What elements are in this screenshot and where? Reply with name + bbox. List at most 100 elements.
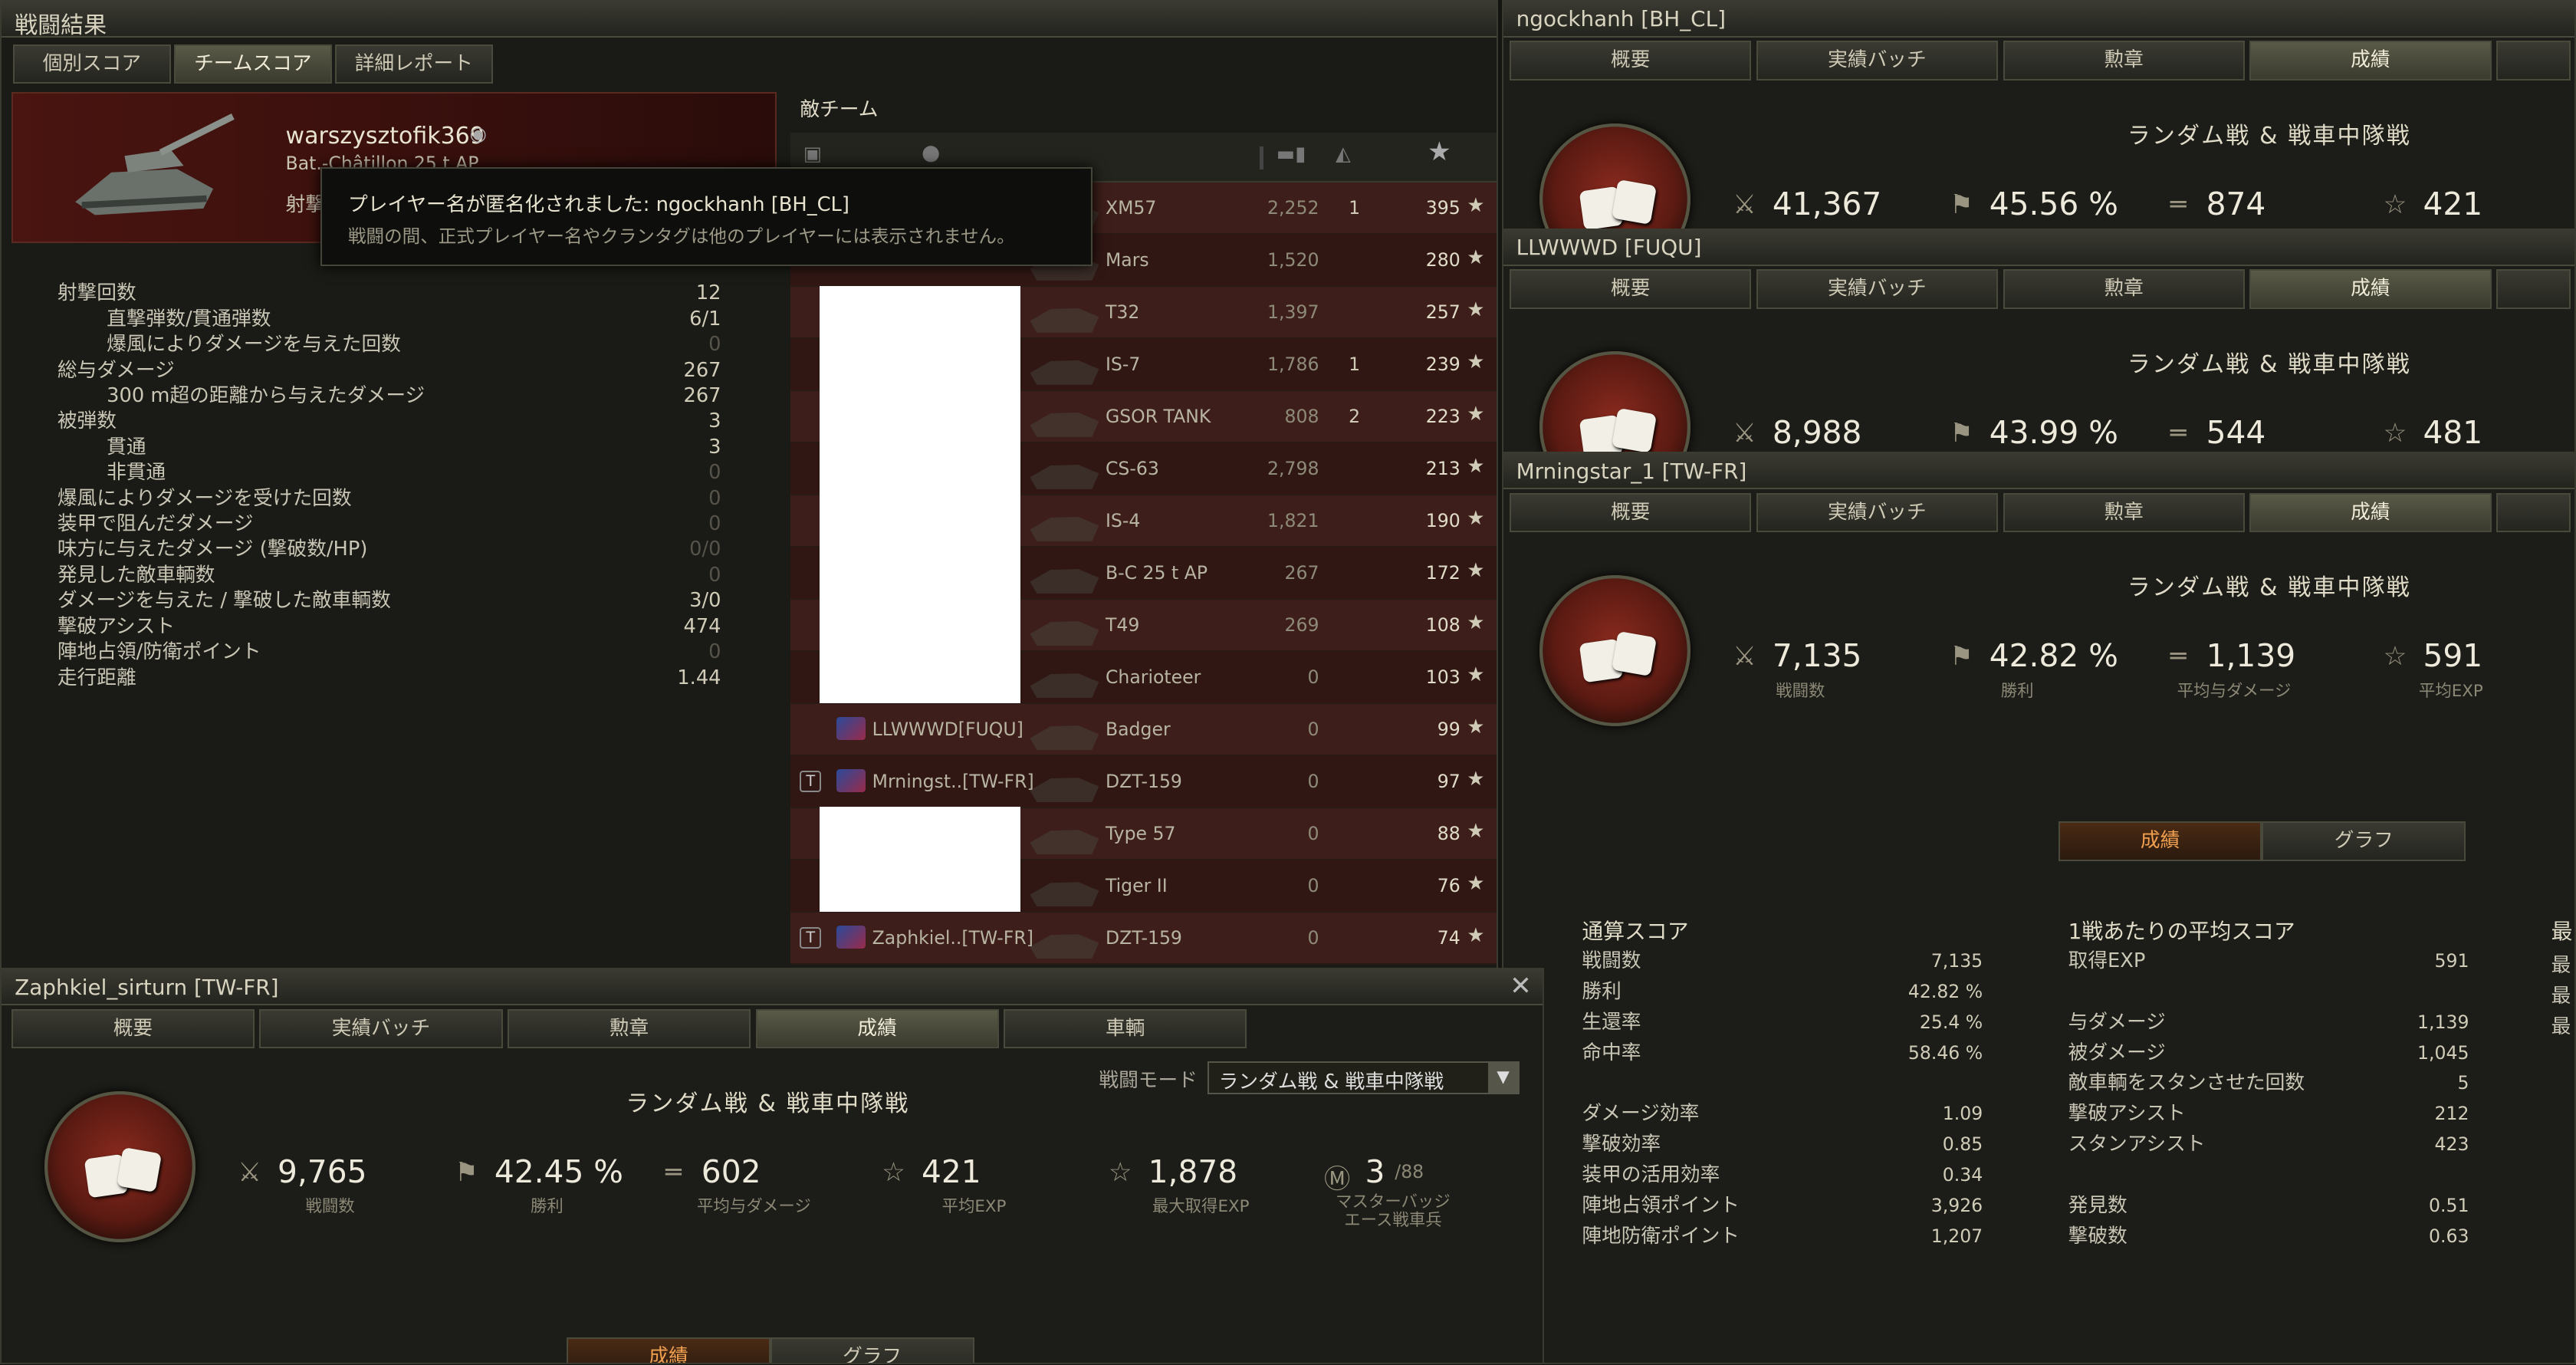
- stat-row: 陣地占領/防衛ポイント 0: [58, 640, 721, 665]
- stat-label: 戦闘数: [1776, 681, 1825, 701]
- avg-row: スタンアシスト 423: [2068, 1130, 2469, 1160]
- enemy-exp: 280: [1425, 249, 1460, 271]
- tab-overview[interactable]: 概要: [11, 1008, 255, 1048]
- stat-value: 0: [708, 640, 721, 664]
- star-icon: ★: [1467, 663, 1485, 686]
- stat-value: 0: [708, 333, 721, 357]
- star-outline-icon: ☆: [2383, 640, 2407, 672]
- total-score-list: 戦闘数 7,135 勝利 42.82 % 生還率 25.4 % 命中率 58.46 % ダメージ…: [1582, 946, 1983, 1252]
- tab-records[interactable]: 成績: [2249, 41, 2492, 81]
- kills-column-icon[interactable]: ◭: [1336, 143, 1351, 166]
- avg-row: 取得EXP 591: [2068, 946, 2469, 977]
- tab-records[interactable]: 成績: [2249, 269, 2492, 309]
- star-icon: ★: [1467, 768, 1485, 791]
- enemy-damage: 0: [1307, 771, 1319, 793]
- total-row: [1582, 1068, 1983, 1099]
- enemy-row[interactable]: T Zaphkiel..[TW-FR] DZT-159 0 74 ★: [790, 913, 1497, 965]
- stat-block: ═ 602 平均与ダメージ: [656, 1153, 853, 1217]
- stat-label: 平均EXP: [941, 1197, 1007, 1217]
- mode-select[interactable]: ランダム戦 & 戦車中隊戦 ▼: [1207, 1061, 1520, 1094]
- tab-achievements[interactable]: 実績バッチ: [259, 1008, 503, 1048]
- star-icon: ★: [1467, 454, 1485, 478]
- avg-row: [2068, 1160, 2469, 1191]
- mastery-label: マスターバッジ エース戦車兵: [1336, 1192, 1451, 1230]
- star-icon: ★: [1467, 350, 1485, 373]
- stat-block: ⚔ 41,367: [1727, 186, 1881, 222]
- random-battle-medal-icon: [44, 1090, 196, 1242]
- avg-label: スタンアシスト: [2068, 1133, 2206, 1156]
- vehicle-icon: [1030, 360, 1099, 385]
- enemy-exp: 395: [1425, 196, 1460, 219]
- tab-overview[interactable]: 概要: [1510, 269, 1752, 309]
- enemy-vehicle: CS-63: [1105, 458, 1159, 480]
- subtab-graph[interactable]: グラフ: [770, 1337, 974, 1363]
- stat-label: 平均EXP: [2418, 681, 2483, 701]
- cannon-icon: ═: [665, 1156, 682, 1188]
- profile-window-ngockhanh: ngockhanh [BH_CL] 概要 実績バッチ 勲章 成績 ランダム戦 & 戦車中隊…: [1501, 0, 2576, 230]
- profile-window-zaphkiel: Zaphkiel_sirturn [TW-FR] ✕ 概要 実績バッチ 勲章 成…: [0, 968, 1545, 1364]
- enemy-row[interactable]: LLWWWD[FUQU] Badger 0 99 ★: [790, 704, 1497, 757]
- star-icon: ★: [1467, 298, 1485, 321]
- stat-value: 0/0: [689, 538, 721, 561]
- mode-title: ランダム戦 & 戦車中隊戦: [2127, 122, 2411, 150]
- stats-list: 射撃回数 12 直撃弾数/貫通弾数 6/1 爆風によりダメージを与えた回数 0 総与ダメージ…: [58, 281, 721, 691]
- tab-records[interactable]: 成績: [755, 1008, 999, 1048]
- cannon-icon: ═: [2170, 417, 2187, 449]
- enemy-damage: 0: [1307, 875, 1319, 897]
- tab-records[interactable]: 成績: [2249, 492, 2492, 533]
- tab-more[interactable]: [2496, 492, 2571, 533]
- enemy-vehicle: T32: [1105, 301, 1140, 324]
- profile-tabs: 概要 実績バッチ 勲章 成績: [1503, 41, 2574, 81]
- stat-label: 装甲で阻んだダメージ: [57, 512, 254, 536]
- tab-personal-score[interactable]: 個別スコア: [12, 44, 171, 84]
- tab-medals[interactable]: 勲章: [507, 1008, 751, 1048]
- tab-team-score[interactable]: チームスコア: [173, 44, 332, 84]
- subtab-graph[interactable]: グラフ: [2262, 821, 2466, 861]
- random-battle-medal-icon: [1539, 123, 1691, 229]
- stat-row: 走行距離 1.44: [58, 666, 721, 691]
- stat-value: 9,765: [277, 1153, 367, 1191]
- enemy-damage: 2,798: [1267, 458, 1319, 480]
- avg-row: 与ダメージ 1,139: [2068, 1008, 2469, 1038]
- tab-achievements[interactable]: 実績バッチ: [1756, 269, 1999, 309]
- anonymized-eye-icon[interactable]: ◉: [470, 123, 487, 146]
- stat-block: ⚑ 45.56 %: [1944, 186, 2118, 222]
- stat-value: 0: [708, 486, 721, 510]
- tab-more[interactable]: [2496, 269, 2571, 309]
- enemy-damage: 1,786: [1267, 354, 1319, 376]
- close-icon[interactable]: ✕: [1510, 971, 1532, 1002]
- damage-column-icon[interactable]: ▬▮: [1276, 143, 1306, 166]
- mode-label: 戦闘モード: [1099, 1069, 1198, 1093]
- tab-medals[interactable]: 勲章: [2003, 41, 2245, 81]
- chevron-down-icon[interactable]: ▼: [1488, 1063, 1518, 1093]
- tab-vehicles[interactable]: 車輌: [1004, 1008, 1247, 1048]
- tab-achievements[interactable]: 実績バッチ: [1756, 492, 1999, 533]
- total-row: 命中率 58.46 %: [1582, 1038, 1983, 1069]
- tab-more[interactable]: [2496, 41, 2571, 81]
- enemy-vehicle: XM57: [1105, 196, 1157, 219]
- stat-row: ダメージを与えた / 撃破した敵車輌数 3/0: [58, 588, 721, 613]
- stat-row: 非貫通 0: [58, 460, 721, 485]
- subtab-records[interactable]: 成績: [2058, 821, 2262, 861]
- tab-medals[interactable]: 勲章: [2003, 269, 2245, 309]
- tab-overview[interactable]: 概要: [1510, 492, 1752, 533]
- tab-medals[interactable]: 勲章: [2003, 492, 2245, 533]
- tab-overview[interactable]: 概要: [1510, 41, 1752, 81]
- enemy-vehicle: DZT-159: [1105, 927, 1182, 949]
- enemy-vehicle: Tiger II: [1105, 875, 1168, 897]
- player-column-icon[interactable]: ●: [922, 140, 940, 165]
- stat-value: 12: [695, 281, 721, 305]
- stat-block: ☆ 591 平均EXP: [2377, 637, 2525, 701]
- enemy-row[interactable]: T Mrningst..[TW-FR] DZT-159 0 97 ★: [790, 756, 1497, 809]
- divider: [1260, 146, 1263, 169]
- subtab-records[interactable]: 成績: [567, 1337, 770, 1363]
- stat-label: 被弾数: [57, 410, 117, 433]
- tab-detailed-report[interactable]: 詳細レポート: [334, 44, 493, 84]
- exp-column-icon[interactable]: ★: [1428, 136, 1451, 167]
- enemy-exp: 103: [1425, 666, 1460, 689]
- tab-achievements[interactable]: 実績バッチ: [1756, 41, 1999, 81]
- star-outline-icon: ☆: [2383, 189, 2407, 220]
- stat-row: 発見した敵車輌数 0: [58, 563, 721, 588]
- avg-row: 撃破数 0.63: [2068, 1222, 2469, 1252]
- stat-block: ⚑ 43.99 %: [1944, 414, 2118, 451]
